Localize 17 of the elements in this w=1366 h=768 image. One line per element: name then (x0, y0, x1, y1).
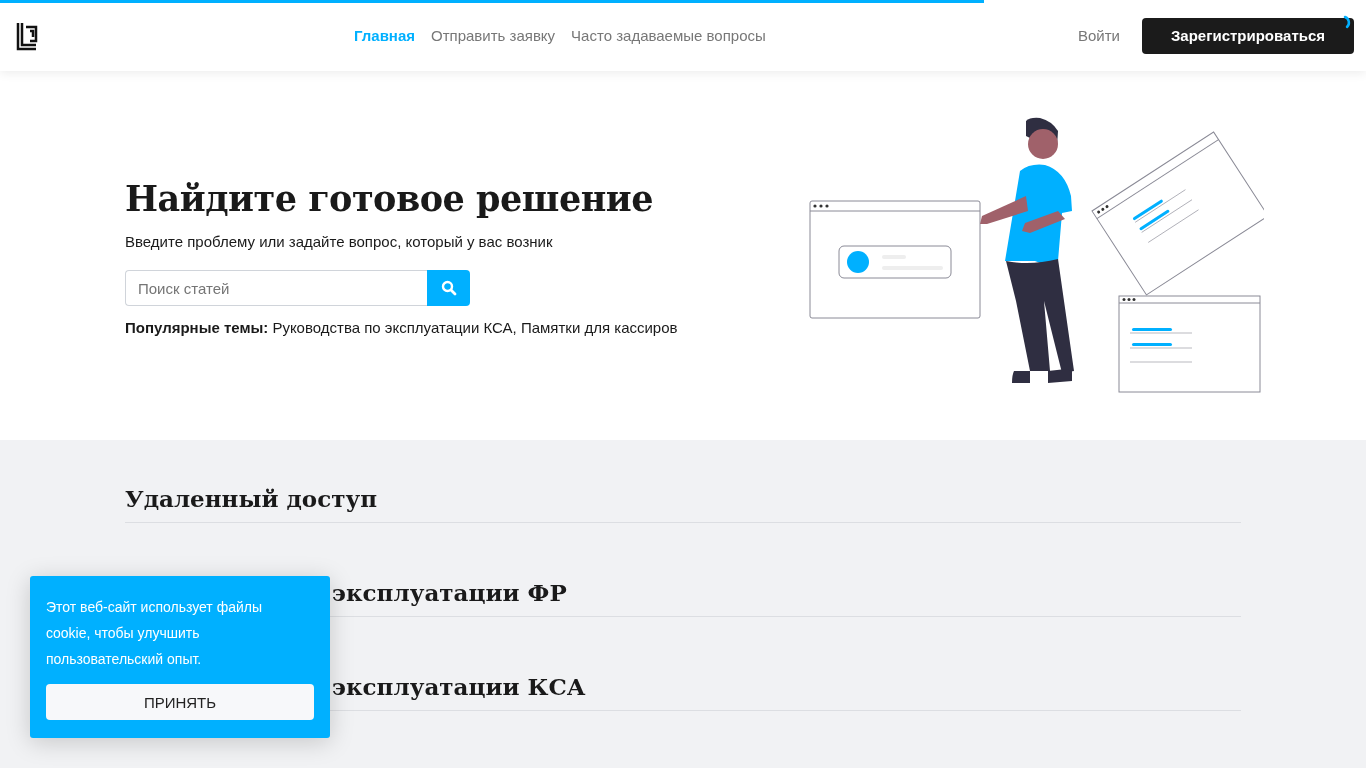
search-icon (440, 280, 457, 296)
section-heading[interactable]: эксплуатации ФР (332, 580, 567, 616)
nav-link[interactable]: Отправить заявку (431, 27, 556, 44)
accept-button[interactable]: ПРИНЯТЬ (46, 684, 314, 720)
login-link[interactable]: Войти (1078, 27, 1120, 44)
search-field[interactable]: Поиск статей (125, 270, 427, 306)
section-heading[interactable]: эксплуатации КСА (332, 674, 586, 710)
nav-link[interactable]: Часто задаваемые вопросы (571, 27, 766, 44)
hero-subtitle: Введите проблему или задайте вопрос, который у вас возник (125, 233, 554, 250)
cookie-message: Этот веб-сайт использует файлы cookie, чтобы улучшить пользовательский опыт. (46, 598, 264, 669)
logo-icon[interactable] (16, 20, 38, 51)
section-heading[interactable]: Удаленный доступ (125, 486, 378, 522)
popular-topics-list: Руководства по эксплуатации КСА, Памятки для кассиров (272, 319, 678, 336)
register-button[interactable]: Зарегистрироваться (1142, 17, 1354, 54)
loading-spinner-icon (1343, 14, 1353, 29)
popular-topics-label: Популярные темы: (125, 319, 269, 336)
hero-title: Найдите готовое решение (125, 177, 655, 221)
